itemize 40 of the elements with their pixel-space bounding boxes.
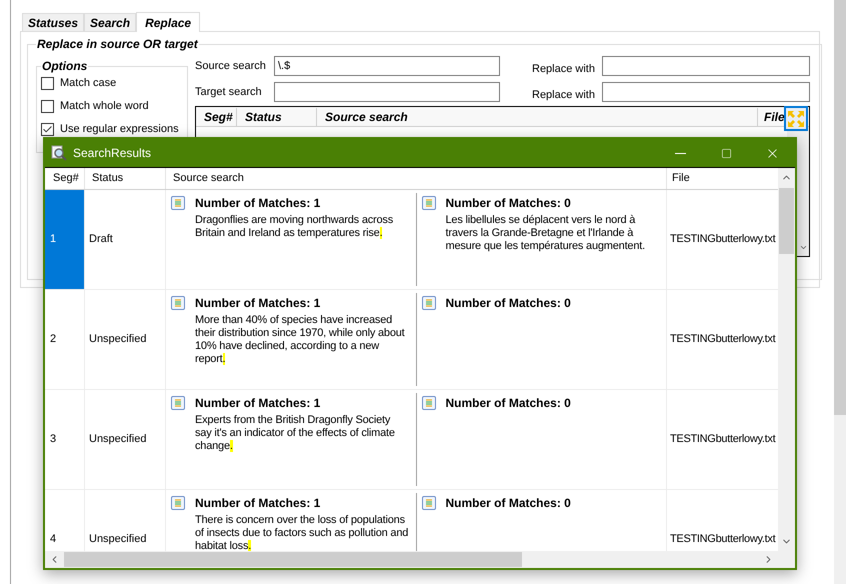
column-header: Status: [236, 108, 316, 126]
group-title: Replace in source OR target: [36, 36, 199, 53]
match-count: Number of Matches: 0: [446, 296, 571, 310]
column-header: Status: [84, 168, 165, 189]
segment-text: Experts from the British Dragonfly Society say it's an indicator of the effects of climate change.: [195, 414, 396, 453]
table-cell[interactable]: 3: [45, 390, 84, 489]
segment-text: More than 40% of species have increased their distribution since 1970, while only about 10% have declined, according to a new report.: [195, 314, 406, 366]
match-count: Number of Matches: 0: [446, 196, 572, 210]
match-count: Number of Matches: 1: [195, 496, 322, 510]
match-count: Number of Matches: 1: [195, 296, 322, 310]
checkbox-label: Match whole word: [60, 99, 149, 114]
window-title: SearchResults: [73, 145, 152, 162]
search-field[interactable]: \.$: [274, 56, 500, 76]
table-cell[interactable]: 1: [45, 190, 84, 289]
table-cell: Unspecified: [84, 390, 165, 489]
match-count: Number of Matches: 0: [446, 396, 571, 410]
checkbox-label: Use regular expressions: [60, 122, 179, 138]
segment-text: Les libellules se déplacent vers le nord à travers la Grande-Bretagne et l'Irlande à mesure que les températures augmentent.: [446, 214, 646, 253]
tab[interactable]: Statuses: [22, 13, 84, 31]
column-header: Seg#: [52, 171, 80, 186]
search-label: Source search: [195, 58, 267, 74]
table-cell[interactable]: 2: [45, 290, 84, 389]
match-count: Number of Matches: 0: [446, 496, 571, 510]
column-header: Seg#: [203, 108, 234, 126]
column-header: Source search: [316, 108, 757, 126]
match-count: Number of Matches: 1: [195, 196, 322, 210]
options-title: Options: [41, 58, 88, 75]
match-count: Number of Matches: 1: [195, 396, 322, 410]
table-cell: Draft: [84, 190, 165, 289]
table-cell: Unspecified: [84, 290, 165, 389]
replace-label: Replace with: [532, 62, 596, 77]
column-header: Source search: [165, 168, 666, 189]
replace-label: Replace with: [532, 88, 596, 103]
segment-text: There is concern over the loss of populations of insects due to factors such as pollution and habitat loss.: [195, 514, 410, 551]
segment-text: Dragonflies are moving northwards across Britain and Ireland as temperatures rise.: [195, 214, 394, 240]
table-cell[interactable]: 4: [45, 490, 84, 551]
tab[interactable]: Search: [84, 13, 136, 31]
tab[interactable]: Replace: [136, 12, 200, 32]
checkbox-label: Match case: [60, 76, 116, 92]
search-label: Target search: [195, 84, 263, 100]
